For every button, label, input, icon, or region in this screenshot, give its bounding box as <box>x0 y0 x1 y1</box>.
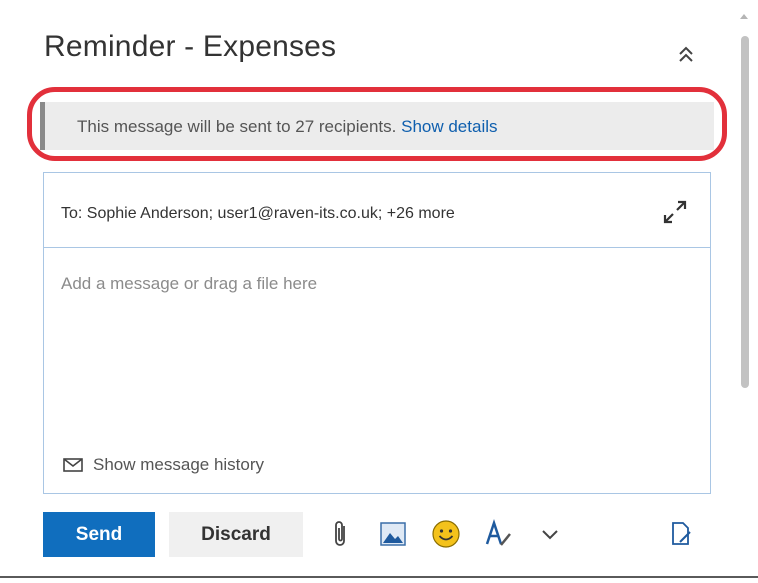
compose-box: To: Sophie Anderson; user1@raven-its.co.… <box>43 172 711 494</box>
open-in-new-window-button[interactable] <box>665 518 697 550</box>
to-recipients[interactable]: To: Sophie Anderson; user1@raven-its.co.… <box>61 205 455 223</box>
triangle-up-icon <box>740 14 748 19</box>
recipients-notice: This message will be sent to 27 recipien… <box>40 102 714 150</box>
format-text-icon <box>485 519 511 546</box>
show-message-history-label: Show message history <box>93 455 265 474</box>
expand-recipients-button[interactable] <box>660 197 690 227</box>
format-text-button[interactable] <box>482 518 514 550</box>
image-icon <box>380 522 406 546</box>
message-body-input[interactable]: Add a message or drag a file here <box>61 274 317 294</box>
scrollbar-thumb[interactable] <box>741 36 749 388</box>
expand-icon <box>663 200 687 224</box>
discard-button[interactable]: Discard <box>169 512 303 557</box>
emoji-icon <box>432 520 460 548</box>
bottom-divider <box>0 576 758 578</box>
more-options-button[interactable] <box>534 518 566 550</box>
chevron-down-icon <box>542 530 558 540</box>
insert-emoji-button[interactable] <box>430 518 462 550</box>
collapse-header-button[interactable] <box>674 42 698 66</box>
send-button[interactable]: Send <box>43 512 155 557</box>
notice-text: This message will be sent to 27 recipien… <box>77 117 397 136</box>
to-field[interactable]: To: Sophie Anderson; user1@raven-its.co.… <box>44 173 710 248</box>
scroll-up-button[interactable] <box>737 8 751 19</box>
envelope-icon <box>63 458 83 472</box>
show-details-link[interactable]: Show details <box>401 117 497 136</box>
double-chevron-up-icon <box>679 46 693 62</box>
open-in-new-window-icon <box>672 522 691 545</box>
attach-button[interactable] <box>325 518 357 550</box>
show-message-history-button[interactable]: Show message history <box>63 455 264 475</box>
insert-image-button[interactable] <box>377 518 409 550</box>
attach-icon <box>335 521 345 546</box>
compose-title: Reminder - Expenses <box>44 30 337 63</box>
